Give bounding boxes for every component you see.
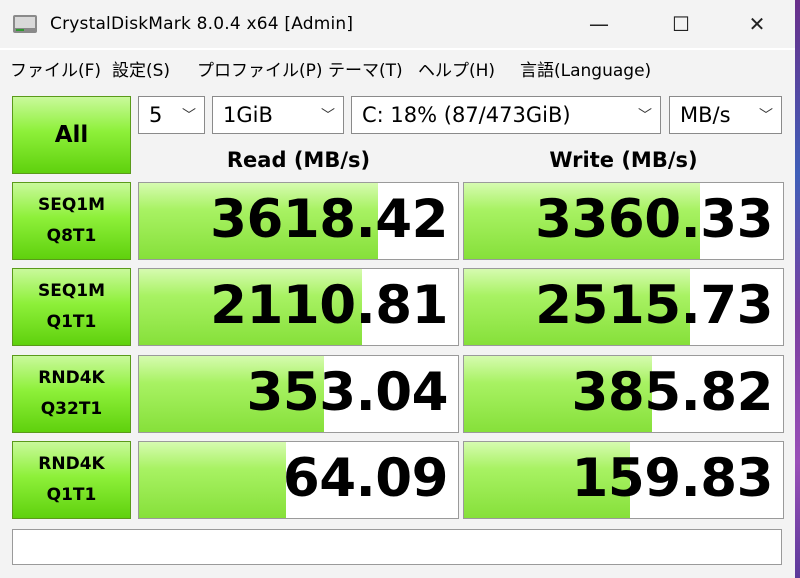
test-button-seq1m-q8t1[interactable]: SEQ1M Q8T1 [12, 182, 131, 260]
write-result-cell: 159.83 [463, 441, 784, 519]
read-value: 64.09 [282, 448, 449, 509]
test-label-line1: RND4K [38, 454, 105, 474]
test-count-value: 5 [149, 103, 163, 127]
write-value: 159.83 [571, 448, 773, 509]
app-window: CrystalDiskMark 8.0.4 x64 [Admin] — ☐ ✕ … [0, 0, 795, 578]
chevron-down-icon: ﹀ [638, 108, 652, 124]
write-result-cell: 385.82 [463, 355, 784, 433]
test-count-select[interactable]: 5 ﹀ [138, 96, 205, 134]
test-label-line2: Q8T1 [46, 226, 97, 246]
test-button-rnd4k-q32t1[interactable]: RND4K Q32T1 [12, 355, 131, 433]
close-button[interactable]: ✕ [726, 0, 788, 48]
test-label-line1: SEQ1M [37, 195, 106, 215]
read-result-cell: 2110.81 [138, 268, 459, 346]
comment-field[interactable] [12, 529, 782, 565]
chevron-down-icon: ﹀ [321, 108, 335, 124]
read-value: 2110.81 [210, 275, 448, 336]
write-value: 3360.33 [535, 189, 773, 250]
test-size-value: 1GiB [223, 103, 273, 127]
test-label-line1: RND4K [38, 368, 105, 388]
test-label-line2: Q1T1 [46, 312, 97, 332]
write-column-header: Write (MB/s) [549, 148, 698, 172]
menu-settings[interactable]: 設定(S) [112, 56, 170, 81]
menu-help[interactable]: ヘルプ(H) [418, 56, 495, 81]
write-result-cell: 3360.33 [463, 182, 784, 260]
drive-value: C: 18% (87/473GiB) [362, 103, 571, 127]
menu-file[interactable]: ファイル(F) [10, 56, 101, 81]
unit-select[interactable]: MB/s ﹀ [669, 96, 782, 134]
test-label-line2: Q32T1 [40, 399, 103, 419]
unit-value: MB/s [680, 103, 731, 127]
minimize-button[interactable]: — [568, 0, 630, 48]
test-button-seq1m-q1t1[interactable]: SEQ1M Q1T1 [12, 268, 131, 346]
read-result-cell: 353.04 [138, 355, 459, 433]
write-value: 385.82 [571, 362, 773, 423]
chevron-down-icon: ﹀ [182, 108, 196, 124]
read-value: 353.04 [246, 362, 448, 423]
write-result-cell: 2515.73 [463, 268, 784, 346]
menu-theme[interactable]: テーマ(T) [328, 56, 403, 81]
title-bar: CrystalDiskMark 8.0.4 x64 [Admin] — ☐ ✕ [0, 0, 795, 48]
menu-bar: ファイル(F) 設定(S) プロファイル(P) テーマ(T) ヘルプ(H) 言語… [0, 50, 795, 84]
read-value: 3618.42 [210, 189, 448, 250]
menu-language[interactable]: 言語(Language) [520, 56, 651, 81]
read-column-header: Read (MB/s) [226, 148, 371, 172]
chevron-down-icon: ﹀ [759, 108, 773, 124]
read-result-cell: 64.09 [138, 441, 459, 519]
write-value: 2515.73 [535, 275, 773, 336]
maximize-button[interactable]: ☐ [650, 0, 712, 48]
read-progress-bar [139, 442, 286, 518]
drive-select[interactable]: C: 18% (87/473GiB) ﹀ [351, 96, 661, 134]
read-result-cell: 3618.42 [138, 182, 459, 260]
test-label-line1: SEQ1M [37, 281, 106, 301]
window-title: CrystalDiskMark 8.0.4 x64 [Admin] [50, 14, 354, 34]
run-all-button[interactable]: All [12, 96, 131, 174]
disk-app-icon [13, 15, 37, 33]
test-label-line2: Q1T1 [46, 485, 97, 505]
menu-profile[interactable]: プロファイル(P) [197, 56, 323, 81]
test-size-select[interactable]: 1GiB ﹀ [212, 96, 344, 134]
test-button-rnd4k-q1t1[interactable]: RND4K Q1T1 [12, 441, 131, 519]
